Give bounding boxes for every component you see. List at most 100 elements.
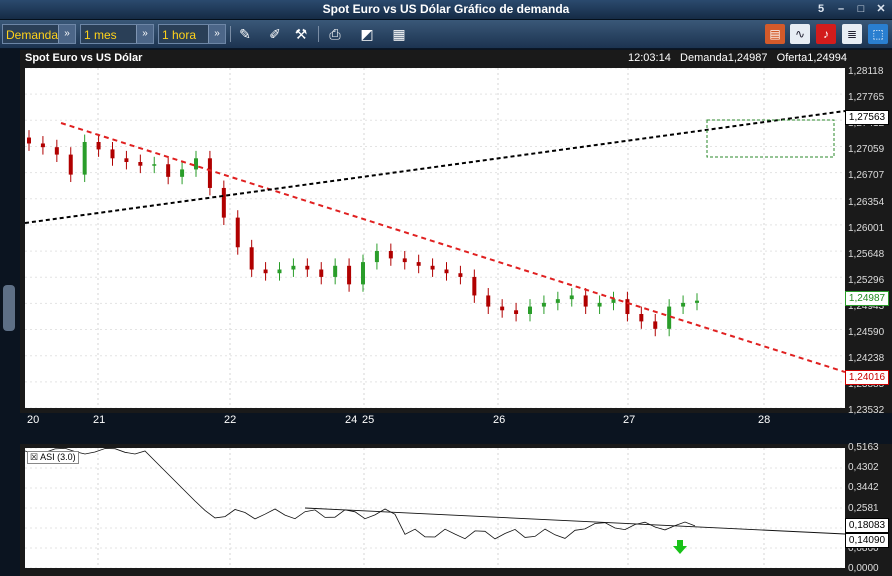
candle-body [180,169,185,177]
pen-draw-icon[interactable]: ✎ [234,24,256,44]
candle-body [138,162,143,166]
minimize-button[interactable]: – [834,2,848,16]
price-axis-tick: 1,26354 [848,196,885,208]
quote-line: 12:03:14 Demanda1,24987 Oferta1,24994 [628,52,847,64]
candle-body [374,250,379,263]
price-axis-tick: 1,26707 [848,170,885,182]
price-axis-tick: 1,24590 [848,327,885,338]
price-axis-tick: 1,27059 [848,144,885,156]
interval-select[interactable]: 1 hora » [158,24,226,44]
export-icon[interactable]: ⬚ [868,24,888,44]
chevron-down-icon: » [136,25,153,43]
candle-body [583,295,588,307]
target-zone-box [706,119,835,158]
candle-body [514,310,519,314]
indicator-chart-svg [25,448,845,568]
date-axis-tick: 27 [623,414,636,426]
candle-body [319,269,324,277]
indicator-axis: 0,51630,43020,34420,25810,17210,08600,00… [846,442,892,574]
candle-body [388,250,393,259]
candle-body [653,321,658,329]
chart-icon[interactable]: ∿ [790,24,810,44]
trendline-black [25,110,845,224]
candle-body [54,147,59,155]
maximize-button[interactable]: □ [854,2,868,16]
indicator-axis-tick: 0,0000 [848,563,879,575]
candle-body [249,247,254,270]
price-type-select[interactable]: Demanda » [2,24,76,44]
candle-body [597,302,602,307]
indicator-axis-tick: 0,4302 [848,462,879,474]
candle-body [695,300,699,303]
candle-body [68,154,73,175]
window-title-bar: Spot Euro vs US Dólar Gráfico de demanda… [0,0,892,20]
price-chart-svg [25,68,845,408]
window-title: Spot Euro vs US Dólar Gráfico de demanda [322,2,570,16]
candle-body [347,265,352,285]
pin-tool-icon[interactable]: ✐ [264,24,286,44]
candle-body [541,302,546,307]
alert-bell-icon[interactable]: ♪ [816,24,836,44]
date-axis-tick: 20 [27,414,40,426]
trendline-black-price-badge: 1,27563 [845,110,889,125]
candle-body [235,217,240,248]
toolbar-divider [230,26,231,42]
candle-body [555,299,560,303]
current-price-badge: 1,24987 [845,291,889,306]
chart-title: Spot Euro vs US Dólar [25,52,143,64]
price-axis-tick: 1,25296 [848,274,885,286]
chart-type-icon[interactable]: ◩ [356,24,378,44]
candle-body [152,164,157,166]
date-axis-tick: 26 [493,414,506,426]
price-type-value: Demanda [6,28,59,42]
line-tools-icon[interactable]: ⚒ [290,24,312,44]
bid-label: Demanda [680,52,728,64]
indicator-badge-lower: 0,14090 [845,533,889,548]
date-axis-tick: 24 [345,414,358,426]
bid-value: 1,24987 [727,52,768,64]
date-axis-tick: 28 [758,414,771,426]
period-select[interactable]: 1 mes » [80,24,154,44]
toolbar: Demanda » 1 mes » 1 hora » ✎ ✐ ⚒ ⎙ ◩ ▦ ▤… [0,20,892,49]
candle-body [416,262,421,266]
close-icon[interactable]: ☒ [30,452,38,462]
restore-count-icon[interactable]: 5 [814,2,828,16]
interval-value: 1 hora [162,28,197,42]
price-axis-tick: 1,27765 [848,92,885,104]
candle-body [500,306,505,311]
grid-icon[interactable]: ▦ [388,24,410,44]
buy-signal-arrow-icon [673,540,687,554]
toolbar-divider [318,26,319,42]
date-axis-tick: 21 [93,414,106,426]
quote-time: 12:03:14 [628,52,671,64]
indicator-label[interactable]: ☒ ASI (3.0) [27,451,79,464]
side-panel-toggle[interactable] [3,285,15,331]
candle-body [458,273,463,277]
price-axis-tick: 1,26001 [848,222,885,234]
candle-body [361,262,365,285]
candle-body [569,295,574,300]
candle-body [611,299,616,303]
notes-icon[interactable]: ≣ [842,24,862,44]
indicator-name: ASI (3.0) [40,452,76,462]
candle-body [277,269,282,274]
candle-body [667,306,672,329]
period-value: 1 mes [84,28,117,42]
indicator-plot-area[interactable] [25,448,845,568]
candle-body [402,258,407,263]
candle-body [333,265,338,277]
candle-body [472,276,477,296]
price-axis-tick: 1,23532 [848,405,885,417]
print-icon[interactable]: ⎙ [324,24,346,44]
price-axis-tick: 1,24238 [848,353,885,365]
close-button[interactable]: ✕ [874,2,888,16]
indicator-badge-upper: 0,18083 [845,518,889,533]
ask-value: 1,24994 [807,52,847,64]
indicator-axis-tick: 0,3442 [848,482,879,494]
layout-icon[interactable]: ▤ [765,24,785,44]
price-plot-area[interactable] [25,68,845,408]
candle-body [528,306,532,314]
trendline-red-price-badge: 1,24016 [845,370,889,385]
candle-body [207,158,212,188]
candle-body [124,158,129,163]
